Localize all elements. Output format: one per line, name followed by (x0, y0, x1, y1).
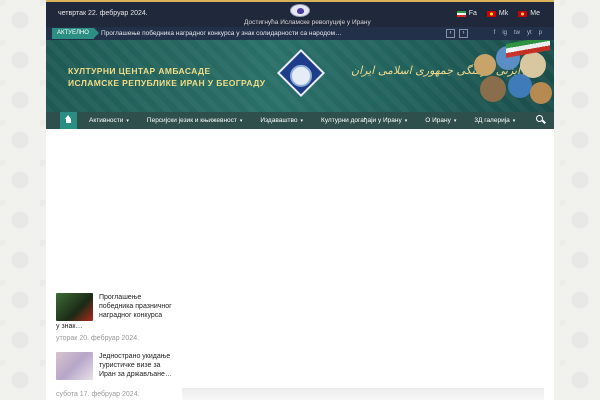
lang-me-label: Me (530, 10, 540, 17)
post-title-continuation[interactable]: у знак… (56, 323, 82, 330)
current-date: четвртак 22. фебруар 2024. (58, 10, 148, 17)
main-content: Проглашење победника празничног наградно… (46, 129, 554, 400)
ticker-badge: АКТУЕЛНО (52, 28, 99, 39)
landmarks-collage-image (466, 40, 554, 112)
chevron-down-icon: ▾ (453, 118, 457, 124)
post-title[interactable]: Једнострано укидање туристичке визе за И… (99, 352, 177, 379)
lang-mk-label: Mk (498, 10, 509, 17)
site-title: КУЛТУРНИ ЦЕНТАР АМБАСАДЕ ИСЛАМСКЕ РЕПУБЛ… (68, 65, 265, 89)
site-banner[interactable]: КУЛТУРНИ ЦЕНТАР АМБАСАДЕ ИСЛАМСКЕ РЕПУБЛ… (46, 40, 554, 112)
chevron-down-icon: ▾ (512, 118, 516, 124)
lang-me[interactable]: Me (518, 10, 540, 17)
ticker-prev-button[interactable]: ‹ (446, 29, 455, 38)
main-nav: Активности ▾ Персијски језик и књижевност… (46, 112, 554, 129)
revolution-achievements-link[interactable]: Достигнућа Исламске револуције у Ирану (244, 19, 371, 26)
twitter-icon[interactable]: tw (514, 30, 520, 36)
news-ticker: АКТУЕЛНО Проглашење победника наградног … (46, 27, 554, 40)
ticker-controls: ‹ › (446, 29, 468, 38)
post-thumbnail[interactable] (56, 293, 93, 321)
pinterest-icon[interactable]: p (539, 30, 542, 36)
nav-item-about-iran[interactable]: О Ирану ▾ (425, 117, 456, 124)
chevron-down-icon: ▾ (300, 118, 304, 124)
content-panel (182, 388, 544, 400)
nav-item-label: Издаваштво (260, 117, 298, 124)
nav-items: Активности ▾ Персијски језик и књижевност… (89, 117, 533, 124)
post-title[interactable]: Проглашење победника празничног наградно… (99, 293, 177, 320)
site-title-line2: ИСЛАМСКЕ РЕПУБЛИКЕ ИРАН У БЕОГРАДУ (68, 78, 266, 88)
nav-item-persian-language[interactable]: Персијски језик и књижевност ▾ (147, 117, 243, 124)
nav-item-label: Персијски језик и књижевност (146, 117, 237, 124)
iran-flag-icon (456, 10, 466, 17)
montenegro-flag-icon (518, 10, 528, 17)
post-date: уторак 20. фебруар 2024. (56, 335, 140, 342)
nav-item-label: Културни догађаји у Ирану (321, 117, 402, 124)
lang-mk[interactable]: Mk (486, 10, 509, 17)
ticker-next-button[interactable]: › (459, 29, 468, 38)
site-title-line1: КУЛТУРНИ ЦЕНТАР АМБАСАДЕ (68, 66, 211, 76)
social-links: f ig tw yt p (494, 30, 542, 36)
revolution-emblem-icon[interactable] (290, 4, 310, 17)
nav-item-cultural-events[interactable]: Културни догађаји у Ирану ▾ (321, 117, 407, 124)
chevron-down-icon: ▾ (404, 118, 408, 124)
youtube-icon[interactable]: yt (527, 30, 532, 36)
language-switcher: Fa Mk Me (456, 10, 540, 17)
macedonia-flag-icon (486, 10, 496, 17)
nav-item-label: 3Д галерија (474, 117, 510, 124)
nav-item-publishing[interactable]: Издаваштво ▾ (260, 117, 303, 124)
top-bar: четвртак 22. фебруар 2024. Достигнућа Ис… (46, 0, 554, 27)
nav-item-activities[interactable]: Активности ▾ (89, 117, 129, 124)
home-icon[interactable] (60, 112, 77, 129)
lang-fa-label: Fa (468, 10, 477, 17)
chevron-down-icon: ▾ (239, 118, 243, 124)
chevron-down-icon: ▾ (126, 118, 129, 124)
cultural-center-logo-icon (276, 48, 326, 98)
instagram-icon[interactable]: ig (502, 30, 507, 36)
post-date: субота 17. фебруар 2024. (56, 391, 140, 398)
post-thumbnail[interactable] (56, 352, 93, 380)
nav-item-3d-gallery[interactable]: 3Д галерија ▾ (474, 117, 515, 124)
nav-item-label: О Ирану (425, 117, 451, 124)
search-icon[interactable] (536, 115, 546, 125)
facebook-icon[interactable]: f (494, 30, 496, 36)
ticker-headline[interactable]: Проглашење победника наградног конкурса … (101, 30, 342, 37)
lang-fa[interactable]: Fa (456, 10, 477, 17)
nav-item-label: Активности (89, 117, 124, 124)
